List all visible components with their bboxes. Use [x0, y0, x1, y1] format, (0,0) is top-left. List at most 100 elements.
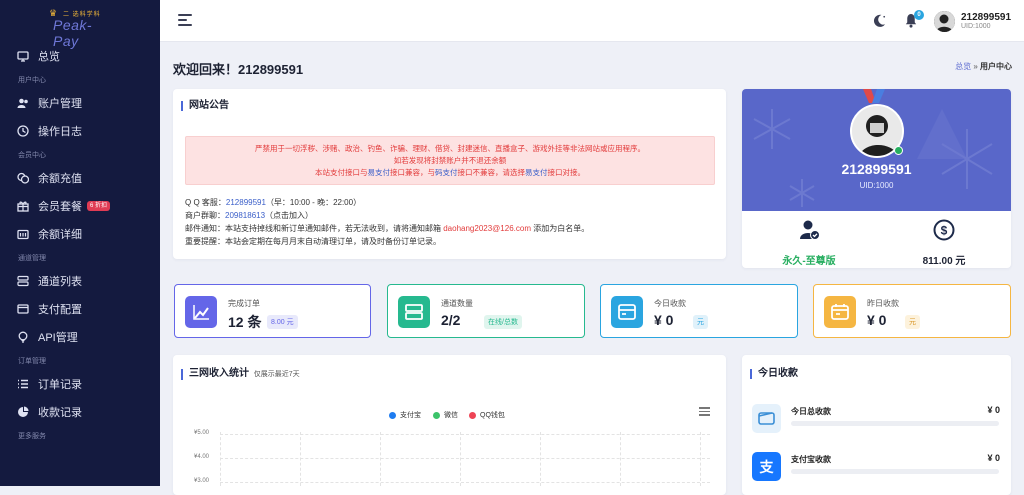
announcement-title: 网站公告: [181, 101, 229, 111]
chart-legend-item[interactable]: 微信: [433, 410, 458, 420]
stat-value: ¥ 0: [867, 312, 887, 328]
coins-icon: [17, 172, 29, 184]
balance-stat: $ 811.00 元: [877, 219, 1011, 267]
svg-text:$: $: [941, 224, 948, 238]
dollar-circle-icon: $: [933, 219, 955, 241]
wallet-outline-icon: [752, 404, 781, 433]
grid-line: [300, 432, 301, 486]
grid-line: [220, 482, 710, 483]
sidebar-section-label: 订单管理: [18, 358, 46, 365]
history-icon: [17, 125, 29, 137]
announcement-card: 网站公告 严禁用于一切浮秽、涉赌、政治、钓鱼、诈骗、理财、借贷、封建迷信、直播盒…: [173, 89, 726, 259]
sidebar-item-list[interactable]: 订单记录: [0, 370, 160, 398]
sidebar-item-coins[interactable]: 余额充值: [0, 164, 160, 192]
membership-stat: 永久-至尊版: [742, 219, 876, 267]
group-link[interactable]: 209818613: [225, 211, 265, 220]
stat-label: 昨日收款: [867, 299, 899, 308]
profile-card: 212899591 UID:1000 永久-至尊版 $ 811.00 元: [742, 89, 1011, 268]
income-row: 今日总收款 ¥ 0: [752, 404, 1010, 434]
membership-value: 永久-至尊版: [782, 256, 836, 267]
mail-address: daohang2023@126.com: [443, 224, 531, 233]
sidebar-item-label: 订单记录: [38, 379, 82, 391]
stat-pill: 8.00 元: [267, 315, 298, 329]
income-value: ¥ 0: [987, 405, 1000, 415]
chart-legend-item[interactable]: QQ钱包: [469, 410, 505, 420]
sidebar-item-payment-config[interactable]: 支付配置: [0, 295, 160, 323]
grid-line: [540, 432, 541, 486]
sidebar-item-label: 余额充值: [38, 173, 82, 185]
gift-icon: [17, 200, 29, 212]
stat-card: 今日收款 ¥ 0 元: [600, 284, 798, 338]
stat-value: ¥ 0: [654, 312, 674, 328]
grid-line: [460, 432, 461, 486]
breadcrumb-current: 用户中心: [980, 62, 1012, 71]
sidebar-item-label: 会员套餐: [38, 201, 82, 213]
page-title: 欢迎回来！212899591: [173, 62, 304, 77]
stat-pill: 在线/总数: [484, 315, 522, 329]
user-avatar[interactable]: [934, 11, 955, 32]
sidebar-item-label: 余额详细: [38, 229, 82, 241]
breadcrumb-home[interactable]: 总览: [955, 62, 971, 71]
moon-icon[interactable]: [872, 13, 887, 28]
qq-support-line: Q Q 客服：212899591（早：10:00 - 晚：22:00）: [185, 198, 362, 207]
sidebar-item-label: API管理: [38, 332, 78, 344]
card-icon: [611, 296, 643, 328]
users-icon: [17, 97, 29, 109]
sidebar-item-history[interactable]: 操作日志: [0, 117, 160, 145]
sidebar-section-label: 会员中心: [18, 152, 46, 159]
income-row: 支 支付宝收款 ¥ 0: [752, 452, 1010, 482]
y-tick-label: ¥3.00: [194, 478, 210, 484]
stat-label: 通道数量: [441, 299, 473, 308]
alert-line-3: 本站支付接口与易支付接口兼容，与码支付接口不兼容，请选择易支付接口对接。: [315, 168, 585, 177]
payment-config-icon: [17, 303, 29, 315]
profile-banner: 212899591 UID:1000: [742, 89, 1011, 211]
sidebar-nav: 总览 用户中心 账户管理 操作日志 会员中心 余额充值 会员套餐 6 折扣 余额详细 通道管理 通道…: [0, 42, 160, 445]
sidebar-item-pie[interactable]: 收款记录: [0, 398, 160, 426]
trend-icon: [185, 296, 217, 328]
balance-value: 811.00 元: [922, 256, 966, 267]
group-chat-line: 商户群聊：209818613（点击加入）: [185, 211, 314, 220]
chart-menu-icon[interactable]: [699, 407, 710, 416]
grid-line: [220, 458, 710, 459]
sidebar-item-wallet[interactable]: 余额详细: [0, 220, 160, 248]
stat-pill: 元: [905, 315, 920, 329]
logo[interactable]: ♛ 二 选科学科 Peak-Pay: [0, 0, 160, 49]
income-label: 支付宝收款: [791, 455, 831, 464]
monitor-icon: [17, 50, 29, 62]
income-label: 今日总收款: [791, 407, 831, 416]
qq-link[interactable]: 212899591: [226, 198, 266, 207]
breadcrumb-separator: »: [973, 62, 978, 71]
stat-card: 通道数量 2/2 在线/总数: [387, 284, 585, 338]
menu-toggle-icon[interactable]: [178, 14, 192, 26]
sidebar-item-bulb[interactable]: API管理: [0, 323, 160, 351]
logo-text: Peak-Pay: [53, 17, 93, 49]
sidebar-item-label: 操作日志: [38, 126, 82, 138]
stat-card: 完成订单 12 条 8.00 元: [174, 284, 371, 338]
sidebar-item-gift[interactable]: 会员套餐 6 折扣: [0, 192, 160, 220]
sidebar-item-label: 账户管理: [38, 98, 82, 110]
channel-icon: [398, 296, 430, 328]
alert-line-1: 严禁用于一切浮秽、涉赌、政治、钓鱼、诈骗、理财、借贷、封建迷信、直播盒子、游戏外…: [255, 144, 645, 153]
stat-card: 昨日收款 ¥ 0 元: [813, 284, 1011, 338]
bulb-icon: [17, 331, 29, 343]
chart-legend-item[interactable]: 支付宝: [389, 410, 421, 420]
grid-line: [620, 432, 621, 486]
sidebar-item-server[interactable]: 通道列表: [0, 267, 160, 295]
stat-pill: 元: [693, 315, 708, 329]
topbar-username[interactable]: 212899591: [961, 12, 1011, 23]
legend-dot: [389, 411, 396, 419]
income-value: ¥ 0: [987, 453, 1000, 463]
medal-ribbon-icon: [863, 89, 885, 103]
profile-name: 212899591: [841, 161, 912, 177]
sidebar-item-users[interactable]: 账户管理: [0, 89, 160, 117]
online-status-dot: [894, 146, 903, 155]
chart-title: 三网收入统计 仅展示最近7天: [181, 369, 300, 380]
wallet-icon: [17, 228, 29, 240]
sidebar-item-label: 收款记录: [38, 407, 82, 419]
discount-badge: 6 折扣: [87, 201, 111, 211]
stat-value: 12 条: [228, 314, 262, 330]
legend-label: 微信: [444, 412, 458, 419]
sidebar-section-label: 用户中心: [18, 77, 46, 84]
sidebar-item-label: 通道列表: [38, 276, 82, 288]
income-progress-bar: [791, 469, 999, 474]
